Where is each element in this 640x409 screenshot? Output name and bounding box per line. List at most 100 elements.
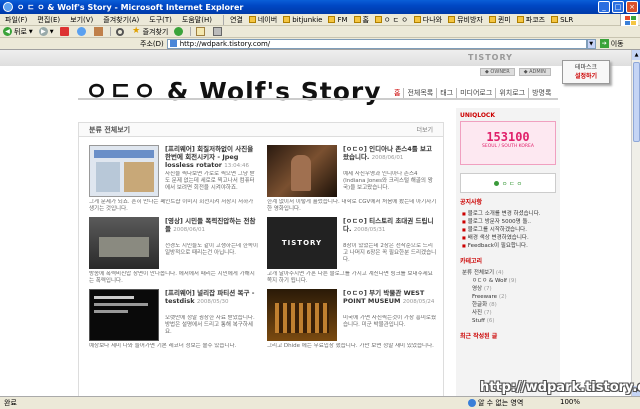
go-button[interactable]: ➔ 이동 [599,39,624,49]
link-naver[interactable]: 네이버 [246,15,280,25]
link-icon [516,16,524,23]
post-thumbnail[interactable] [89,217,159,269]
post-title[interactable]: [프리웨어] 널리잡 파티션 복구 - testdisk 2008/05/30 [165,289,259,306]
window-controls: _ □ × [598,1,638,13]
post-title[interactable]: [ㅇㄷㅇ] 티스토리 초대권 드립니다. 2008/05/31 [343,217,437,234]
notice-item[interactable]: 블로그 방문자 5000명 돌.. [462,218,554,226]
link-mubi[interactable]: 뮤비방자 [445,15,486,25]
post-date: 2008/05/30 [196,299,229,305]
category-item[interactable]: Stuff (6) [462,317,554,325]
post-date: 2008/05/31 [353,227,386,233]
back-button[interactable]: ◀ 뒤로 ▼ [0,27,36,37]
notice-item[interactable]: 블로그 소개를 변경 하셨습니다. [462,210,554,218]
category-item[interactable]: 영상 (7) [462,285,554,293]
nav-guestbook[interactable]: 방명록 [528,88,554,98]
menu-view[interactable]: 보기(V) [65,15,98,25]
scrollbar-thumb[interactable] [633,62,640,142]
post-thumbnail[interactable] [267,145,337,197]
list-item: [프리웨어] 회질저하없이 사진을 한번에 회전시키자 - Jpeg lossl… [89,145,259,212]
post-excerpt-more: 예상보다 세미 나와 들어가면 기본 레코더 정보는 볼수 있습니다. [89,343,237,349]
post-thumbnail[interactable] [89,145,159,197]
link-odo[interactable]: ㅇ ㄷ ㅇ [372,15,411,25]
link-queenmi[interactable]: 퀸미 [486,15,514,25]
post-title[interactable]: [ㅇㄷㅇ] 부기 박물관 WEST POINT MUSEUM 2008/05/2… [343,289,437,306]
address-input[interactable]: http://wdpark.tistory.com/ [166,38,587,49]
link-fm[interactable]: FM [325,16,350,24]
blog-nav: 홈 전체목록 태그 미디어로그 위치로그 방명록 [394,88,554,98]
maximize-button[interactable]: □ [612,1,624,13]
recent-posts-heading: 최근 작성된 글 [460,333,498,340]
link-danawa[interactable]: 다나와 [411,15,445,25]
notice-item[interactable]: Feedback이 필요합니다. [462,242,554,250]
toolbar-separator [109,27,111,36]
admin-button[interactable]: ◆ ADMIN [518,68,551,76]
minimize-button[interactable]: _ [598,1,610,13]
post-excerpt-more: 한계 없이서 이렇게 흘렀습니다. 대학로 CGV에서 처음에 봤는데 아기자기… [267,199,437,212]
url-watermark: http://wdpark.tistory.com [480,380,640,395]
close-button[interactable]: × [626,1,638,13]
window-title-bar[interactable]: ㅇ ㄷ ㅇ & Wolf's Story - Microsoft Interne… [0,0,640,14]
post-date: 2008/06/01 [173,227,205,233]
counter-value: 153100 [486,130,530,144]
post-title[interactable]: [영상] 시민들 폭력진압하는 전참들 2008/06/01 [165,217,259,234]
blog-banner[interactable]: ㅇ ㄷ ㅇ [460,173,556,193]
more-link[interactable]: 더보기 [416,125,433,134]
post-excerpt: 전경도 시민들도 같이 고생하는데 한쪽이 일방적으로 때리는건 아닙니다. [165,243,259,256]
counter-heading: UNIQLOCK [460,112,495,119]
zoom-level[interactable]: 100% [560,398,580,406]
vertical-scrollbar[interactable]: ▲ ▼ [631,50,640,396]
refresh-button[interactable] [74,27,91,36]
menu-tools[interactable]: 도구(T) [144,15,177,25]
scroll-up-icon[interactable]: ▲ [632,50,640,60]
panel-title: 분류 전체보기 [89,125,131,134]
notice-list: 블로그 소개를 변경 하셨습니다. 블로그 방문자 5000명 돌.. 블로그를… [456,208,560,252]
category-item[interactable]: 한글화 (8) [462,301,554,309]
nav-home[interactable]: 홈 [394,88,400,98]
theme-settings-button[interactable]: 테마스크 설정하기 [562,60,610,84]
category-item[interactable]: ㅇㄷㅇ & Wolf (9) [462,277,554,285]
links-label: 연결 [229,15,243,24]
link-bitjunkie[interactable]: bitjunkie [280,16,325,24]
notice-item[interactable]: 배경 색상 변경하였습니다. [462,234,554,242]
page-viewport[interactable]: TISTORY ◆ OWNER ◆ ADMIN 테마스크 설정하기 ㅇㄷㅇ & … [0,50,631,396]
history-button[interactable] [171,27,188,36]
tistory-buttons: ◆ OWNER ◆ ADMIN [480,68,551,76]
home-button[interactable] [91,27,108,36]
menu-edit[interactable]: 편집(E) [32,15,65,25]
link-home[interactable]: 홈 [351,15,372,25]
post-date: 2008/06/01 [371,155,404,161]
tistory-logo[interactable]: TISTORY [468,53,513,62]
category-item[interactable]: 사진 (7) [462,309,554,317]
owner-button[interactable]: ◆ OWNER [480,68,515,76]
category-item[interactable]: 분류 전체보기 (4) [462,269,554,277]
nav-all-posts[interactable]: 전체목록 [403,88,436,98]
menu-help[interactable]: 도움말(H) [177,15,217,25]
post-thumbnail[interactable] [89,289,159,341]
favorites-button[interactable]: ★ 즐겨찾기 [129,27,172,37]
post-title[interactable]: [ㅇㄷㅇ] 인디아나 존스4를 보고왔습니다. 2008/06/01 [343,145,437,162]
menu-bar: 파일(F) 편집(E) 보기(V) 즐겨찾기(A) 도구(T) 도움말(H) 연… [0,14,640,26]
nav-locationlog[interactable]: 위치로그 [495,88,528,98]
search-button[interactable] [113,27,129,36]
nav-medialog[interactable]: 미디어로그 [456,88,495,98]
address-dropdown-icon[interactable]: ▼ [586,38,596,49]
link-parkoz[interactable]: 파코즈 [514,15,548,25]
nav-tags[interactable]: 태그 [436,88,456,98]
post-excerpt: 사진을 찍다보면 가로로 찍으면 그냥 받도 문제 없는데 세로로 찍고나서 컴… [165,171,255,191]
print-button[interactable] [210,27,227,36]
post-excerpt-more: 방송에 폭력비진압 장면이 안나옵니다. 에서에서 때리는 시민에게 가해지는 … [89,271,255,284]
forward-button[interactable]: ▶ ▼ [36,27,57,36]
stop-button[interactable] [57,27,74,36]
post-thumbnail[interactable]: TISTORY [267,217,337,269]
post-thumbnail[interactable] [267,289,337,341]
notice-item[interactable]: 블로그를 시작하겠습니다. [462,226,554,234]
blog-title[interactable]: ㅇㄷㅇ & Wolf's Story [85,72,382,108]
link-slr[interactable]: SLR [548,16,576,24]
category-item[interactable]: Freeware (2) [462,293,554,301]
menu-favorites[interactable]: 즐겨찾기(A) [98,15,144,25]
globe-icon [468,399,476,407]
mail-button[interactable] [193,27,210,36]
address-url: http://wdpark.tistory.com/ [179,39,271,48]
menu-file[interactable]: 파일(F) [0,15,32,25]
post-title[interactable]: [프리웨어] 회질저하없이 사진을 한번에 회전시키자 - Jpeg lossl… [165,145,259,170]
